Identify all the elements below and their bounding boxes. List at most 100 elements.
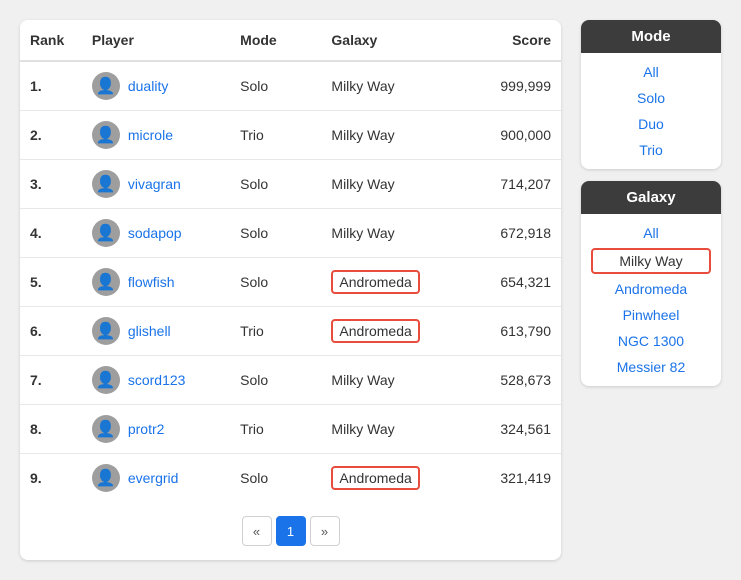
- galaxy-filter-item[interactable]: NGC 1300: [581, 328, 721, 354]
- avatar: 👤: [92, 72, 120, 100]
- cell-score: 321,419: [458, 454, 561, 503]
- galaxy-highlighted: Andromeda: [331, 466, 419, 490]
- cell-mode: Solo: [230, 61, 321, 111]
- cell-mode: Solo: [230, 454, 321, 503]
- cell-galaxy: Andromeda: [321, 307, 458, 356]
- cell-rank: 8.: [20, 405, 82, 454]
- col-score: Score: [458, 20, 561, 61]
- cell-rank: 4.: [20, 209, 82, 258]
- cell-score: 613,790: [458, 307, 561, 356]
- cell-rank: 5.: [20, 258, 82, 307]
- cell-score: 714,207: [458, 160, 561, 209]
- galaxy-filter-item[interactable]: Messier 82: [581, 354, 721, 380]
- player-name-link[interactable]: duality: [128, 78, 168, 94]
- avatar: 👤: [92, 268, 120, 296]
- cell-mode: Solo: [230, 356, 321, 405]
- player-name-link[interactable]: scord123: [128, 372, 186, 388]
- galaxy-highlighted: Andromeda: [331, 319, 419, 343]
- cell-rank: 7.: [20, 356, 82, 405]
- cell-score: 672,918: [458, 209, 561, 258]
- player-name-link[interactable]: microle: [128, 127, 173, 143]
- galaxy-items: AllMilky WayAndromedaPinwheelNGC 1300Mes…: [581, 214, 721, 386]
- table-row: 8.👤protr2TrioMilky Way324,561: [20, 405, 561, 454]
- player-name-link[interactable]: protr2: [128, 421, 165, 437]
- player-name-link[interactable]: vivagran: [128, 176, 181, 192]
- col-mode: Mode: [230, 20, 321, 61]
- cell-player: 👤 vivagran: [82, 160, 230, 209]
- galaxy-filter-item[interactable]: All: [581, 220, 721, 246]
- prev-page-button[interactable]: «: [242, 516, 272, 546]
- page-wrapper: Rank Player Mode Galaxy Score 1. 👤 duality…: [20, 20, 721, 560]
- player-name-link[interactable]: sodapop: [128, 225, 182, 241]
- avatar: 👤: [92, 121, 120, 149]
- cell-mode: Solo: [230, 258, 321, 307]
- table-row: 9. 👤 evergrid Solo Andromeda 321,419: [20, 454, 561, 503]
- mode-filter-item[interactable]: Solo: [581, 85, 721, 111]
- galaxy-filter-item[interactable]: Pinwheel: [581, 302, 721, 328]
- col-galaxy: Galaxy: [321, 20, 458, 61]
- cell-mode: Solo: [230, 160, 321, 209]
- leaderboard-table: Rank Player Mode Galaxy Score 1. 👤 duality…: [20, 20, 561, 502]
- next-page-button[interactable]: »: [310, 516, 340, 546]
- mode-filter-item[interactable]: Trio: [581, 137, 721, 163]
- table-row: 7. 👤 scord123 SoloMilky Way528,673: [20, 356, 561, 405]
- galaxy-filter-item[interactable]: Milky Way: [591, 248, 711, 274]
- cell-rank: 3.: [20, 160, 82, 209]
- cell-galaxy: Andromeda: [321, 258, 458, 307]
- galaxy-panel: Galaxy AllMilky WayAndromedaPinwheelNGC …: [581, 181, 721, 386]
- avatar: 👤: [92, 317, 120, 345]
- avatar: 👤: [92, 170, 120, 198]
- cell-player: 👤protr2: [82, 405, 230, 454]
- table-row: 6. 👤 glishell Trio Andromeda 613,790: [20, 307, 561, 356]
- side-panels: Mode AllSoloDuoTrio Galaxy AllMilky WayA…: [581, 20, 721, 560]
- avatar: 👤: [92, 464, 120, 492]
- cell-galaxy: Milky Way: [321, 160, 458, 209]
- galaxy-filter-item[interactable]: Andromeda: [581, 276, 721, 302]
- cell-player: 👤 glishell: [82, 307, 230, 356]
- player-name-link[interactable]: glishell: [128, 323, 171, 339]
- cell-rank: 1.: [20, 61, 82, 111]
- pagination: « 1 »: [20, 502, 561, 560]
- table-row: 1. 👤 duality SoloMilky Way999,999: [20, 61, 561, 111]
- cell-galaxy: Milky Way: [321, 356, 458, 405]
- table-row: 3. 👤 vivagran SoloMilky Way714,207: [20, 160, 561, 209]
- cell-mode: Trio: [230, 307, 321, 356]
- cell-galaxy: Andromeda: [321, 454, 458, 503]
- cell-rank: 2.: [20, 111, 82, 160]
- cell-player: 👤 duality: [82, 61, 230, 111]
- table-row: 5. 👤 flowfish Solo Andromeda 654,321: [20, 258, 561, 307]
- cell-rank: 9.: [20, 454, 82, 503]
- cell-mode: Trio: [230, 405, 321, 454]
- cell-mode: Solo: [230, 209, 321, 258]
- col-rank: Rank: [20, 20, 82, 61]
- cell-player: 👤 flowfish: [82, 258, 230, 307]
- table-header-row: Rank Player Mode Galaxy Score: [20, 20, 561, 61]
- cell-player: 👤 microle: [82, 111, 230, 160]
- cell-player: 👤 evergrid: [82, 454, 230, 503]
- cell-score: 528,673: [458, 356, 561, 405]
- mode-filter-item[interactable]: All: [581, 59, 721, 85]
- current-page-button[interactable]: 1: [276, 516, 306, 546]
- mode-items: AllSoloDuoTrio: [581, 53, 721, 169]
- cell-galaxy: Milky Way: [321, 111, 458, 160]
- avatar: 👤: [92, 219, 120, 247]
- galaxy-highlighted: Andromeda: [331, 270, 419, 294]
- cell-mode: Trio: [230, 111, 321, 160]
- cell-galaxy: Milky Way: [321, 405, 458, 454]
- cell-score: 324,561: [458, 405, 561, 454]
- mode-panel: Mode AllSoloDuoTrio: [581, 20, 721, 169]
- mode-filter-item[interactable]: Duo: [581, 111, 721, 137]
- table-row: 4. 👤 sodapop SoloMilky Way672,918: [20, 209, 561, 258]
- col-player: Player: [82, 20, 230, 61]
- player-name-link[interactable]: evergrid: [128, 470, 179, 486]
- player-name-link[interactable]: flowfish: [128, 274, 175, 290]
- cell-score: 999,999: [458, 61, 561, 111]
- cell-rank: 6.: [20, 307, 82, 356]
- cell-player: 👤 sodapop: [82, 209, 230, 258]
- avatar: 👤: [92, 366, 120, 394]
- cell-galaxy: Milky Way: [321, 209, 458, 258]
- cell-galaxy: Milky Way: [321, 61, 458, 111]
- mode-panel-header: Mode: [581, 20, 721, 53]
- cell-score: 654,321: [458, 258, 561, 307]
- galaxy-panel-header: Galaxy: [581, 181, 721, 214]
